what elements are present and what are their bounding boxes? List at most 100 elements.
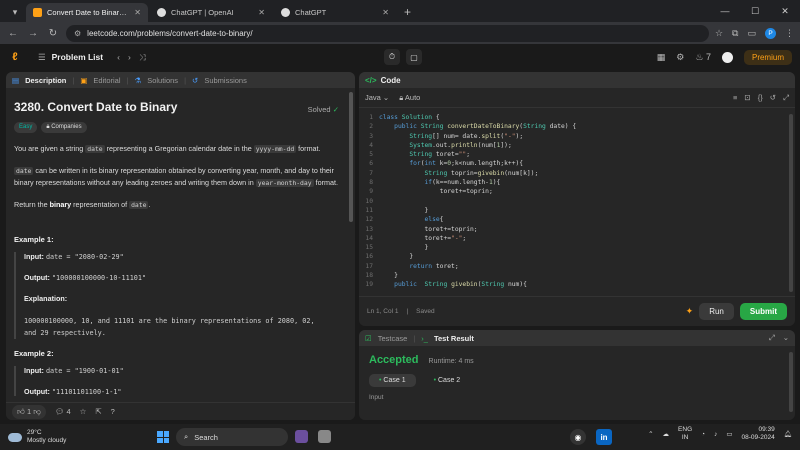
language-select[interactable]: Java ⌄ — [365, 93, 389, 102]
braces-icon[interactable]: {} — [758, 93, 763, 103]
browser-tab-leetcode[interactable]: Convert Date to Binary - LeetC ✕ — [26, 3, 148, 22]
auto-mode-toggle[interactable]: 🔒︎ Auto — [399, 93, 420, 103]
minimize-icon[interactable]: — — [710, 6, 740, 16]
linkedin-icon[interactable]: in — [596, 429, 612, 445]
problem-list-link[interactable]: Problem List — [52, 52, 103, 62]
layout-grid-icon[interactable]: ▦ — [657, 52, 666, 63]
notification-bell-icon[interactable]: 🔔︎ — [784, 430, 792, 438]
tab-editorial[interactable]: Editorial — [93, 76, 120, 85]
code-line[interactable]: 9 toret+=toprin; — [359, 187, 795, 196]
next-problem-icon[interactable]: › — [128, 52, 131, 62]
format-icon[interactable]: ≡ — [733, 93, 737, 103]
more-menu-icon[interactable]: ⋮ — [785, 28, 794, 39]
code-line[interactable]: 3 String[] num= date.split("-"); — [359, 132, 795, 141]
tab-code[interactable]: Code — [381, 76, 401, 85]
volume-icon[interactable]: ♪ — [714, 431, 717, 438]
browser-tab-chatgpt-openai[interactable]: ChatGPT | OpenAI ✕ — [150, 3, 272, 22]
code-line[interactable]: 1 class Solution { — [359, 113, 795, 122]
code-line[interactable]: 10 — [359, 197, 795, 206]
clock[interactable]: 09:39 08-09-2024 — [741, 426, 774, 442]
user-avatar[interactable] — [721, 51, 733, 63]
prev-problem-icon[interactable]: ‹ — [117, 52, 120, 62]
code-line[interactable]: 7 String toprin=givebin(num[k]); — [359, 169, 795, 178]
case-2-tab[interactable]: • Case 2 — [424, 374, 471, 387]
case-1-tab[interactable]: • Case 1 — [369, 374, 416, 387]
problem-title[interactable]: 3280. Convert Date to Binary — [14, 100, 347, 114]
language-indicator[interactable]: ENG IN — [678, 426, 692, 442]
companies-tag[interactable]: 🔒︎ Companies — [41, 122, 87, 133]
chrome-icon[interactable]: ◉ — [570, 429, 586, 445]
tab-close-icon[interactable]: ✕ — [134, 8, 141, 17]
tab-submissions[interactable]: Submissions — [204, 76, 247, 85]
result-scrollbar[interactable] — [789, 352, 793, 412]
reset-icon[interactable]: ↺ — [770, 93, 776, 103]
back-arrow-icon[interactable]: ← — [6, 28, 20, 39]
code-line[interactable]: 4 System.out.println(num[1]); — [359, 141, 795, 150]
submit-button[interactable]: Submit — [739, 303, 787, 320]
expand-icon[interactable]: ⤢ — [769, 333, 775, 343]
forward-arrow-icon[interactable]: → — [26, 28, 40, 39]
extensions-icon[interactable]: ⧉ — [732, 28, 738, 39]
streak-counter[interactable]: ♨ 7 — [695, 52, 711, 63]
code-line[interactable]: 5 String toret=""; — [359, 150, 795, 159]
code-line[interactable]: 11 } — [359, 206, 795, 215]
browser-tab-chatgpt[interactable]: ChatGPT ✕ — [274, 3, 396, 22]
taskview-icon[interactable] — [295, 430, 308, 443]
wifi-icon[interactable]: ◔ — [701, 431, 705, 438]
new-tab-button[interactable]: + — [398, 5, 417, 22]
code-line[interactable]: 8 if(k==num.length-1){ — [359, 178, 795, 187]
tab-search-icon[interactable]: ▾ — [4, 2, 26, 22]
close-window-icon[interactable]: ✕ — [770, 6, 800, 17]
file-explorer-icon[interactable] — [318, 430, 331, 443]
windows-start-icon[interactable] — [157, 431, 169, 443]
notes-icon[interactable]: ▢ — [406, 49, 422, 65]
settings-gear-icon[interactable]: ⚙ — [676, 52, 684, 63]
code-line[interactable]: 20 int v = Integer.parseInt(num); — [359, 290, 795, 292]
taskbar-search[interactable]: ⌕ Search — [176, 428, 288, 446]
site-info-icon[interactable]: ⚙ — [74, 29, 81, 38]
comments-button[interactable]: 💬︎ 4 — [55, 407, 71, 416]
battery-icon[interactable]: ▭ — [726, 430, 732, 438]
thumbs-down-icon[interactable]: 👎︎ — [33, 407, 41, 416]
run-button[interactable]: Run — [699, 303, 734, 320]
code-line[interactable]: 18 } — [359, 271, 795, 280]
collapse-chevron-icon[interactable]: ⌄ — [783, 333, 789, 343]
code-scrollbar[interactable] — [789, 114, 793, 292]
code-line[interactable]: 2 public String convertDateToBinary(Stri… — [359, 122, 795, 131]
maximize-icon[interactable]: ☐ — [740, 6, 770, 17]
tray-chevron-icon[interactable]: ⌃ — [648, 430, 653, 438]
bookmark-star-icon[interactable]: ☆ — [715, 28, 723, 39]
premium-button[interactable]: Premium — [743, 49, 792, 65]
share-icon[interactable]: ⇱ — [95, 407, 101, 416]
shuffle-icon[interactable]: ⤨ — [139, 52, 146, 63]
code-line[interactable]: 13 toret+=toprin; — [359, 225, 795, 234]
tab-close-icon[interactable]: ✕ — [258, 8, 265, 17]
code-line[interactable]: 6 for(int k=0;k<num.length;k++){ — [359, 159, 795, 168]
weather-widget[interactable]: 29°C Mostly cloudy — [8, 429, 66, 445]
split-view-icon[interactable]: ▭ — [747, 28, 756, 39]
timer-icon[interactable]: ⏱ — [384, 49, 400, 65]
favorite-star-icon[interactable]: ☆ — [80, 407, 87, 416]
leetcode-logo-icon[interactable]: ℓ — [8, 50, 22, 64]
bookmark-icon[interactable]: ⊡ — [744, 93, 750, 103]
code-line[interactable]: 17 return toret; — [359, 262, 795, 271]
profile-avatar[interactable]: P — [765, 27, 776, 39]
fullscreen-icon[interactable]: ⤢ — [783, 93, 789, 103]
tab-testcase[interactable]: Testcase — [378, 334, 408, 343]
tab-description[interactable]: Description — [25, 76, 66, 85]
url-field[interactable]: ⚙ leetcode.com/problems/convert-date-to-… — [66, 24, 709, 42]
help-icon[interactable]: ? — [111, 407, 115, 416]
reload-icon[interactable]: ↻ — [46, 28, 60, 39]
ai-sparkle-icon[interactable]: ✦ — [686, 306, 694, 317]
description-scrollbar[interactable] — [349, 92, 353, 222]
like-button[interactable]: 👍︎ 1 👎︎ — [12, 404, 46, 419]
code-line[interactable]: 19 public String givebin(String num){ — [359, 280, 795, 289]
code-line[interactable]: 15 } — [359, 243, 795, 252]
tab-close-icon[interactable]: ✕ — [382, 8, 389, 17]
code-line[interactable]: 16 } — [359, 252, 795, 261]
onedrive-icon[interactable]: ☁ — [663, 430, 670, 438]
code-line[interactable]: 14 toret+="-"; — [359, 234, 795, 243]
tab-test-result[interactable]: Test Result — [434, 334, 474, 343]
tab-solutions[interactable]: Solutions — [147, 76, 178, 85]
code-editor[interactable]: 1 class Solution {2 public String convert… — [359, 108, 795, 291]
